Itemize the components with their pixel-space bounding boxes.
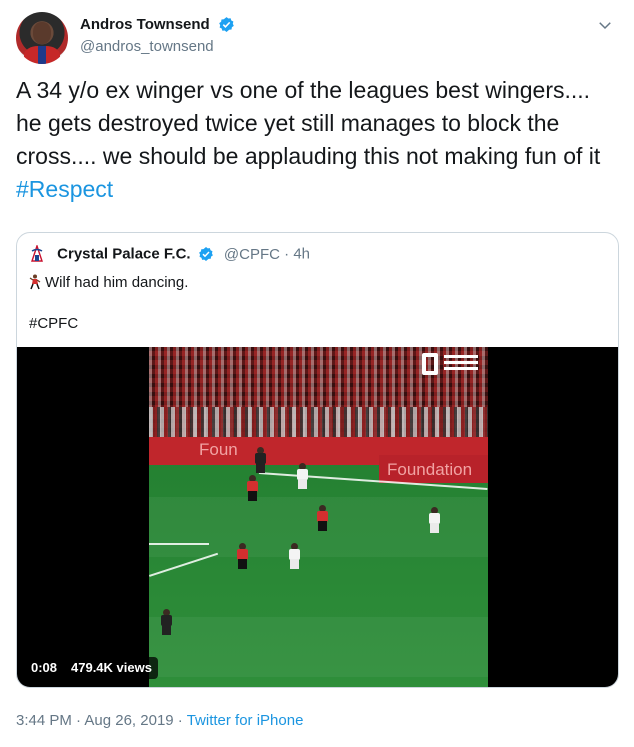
pitch-line [149, 543, 209, 545]
referee-assistant [255, 447, 266, 473]
stadium-crowd-lower [149, 407, 488, 437]
player-white [289, 543, 300, 569]
video-player[interactable]: Foun Foundation 0:08 479.4K views [17, 347, 618, 687]
player-white [297, 463, 308, 489]
quoted-separator: · [284, 245, 290, 263]
player-white [429, 507, 440, 533]
player-red [317, 505, 328, 531]
verified-icon [219, 17, 234, 33]
quoted-header: Crystal Palace F.C. @CPFC · 4h [29, 245, 310, 267]
tweet-date[interactable]: Aug 26, 2019 [84, 712, 173, 729]
crystal-palace-logo-icon [31, 245, 43, 262]
avatar-stripe [38, 46, 46, 64]
footer-separator: · [173, 712, 187, 729]
quoted-tweet[interactable]: Crystal Palace F.C. @CPFC · 4h Wilf had … [16, 232, 619, 688]
author-handle[interactable]: @andros_townsend [80, 38, 235, 55]
author-display-name[interactable]: Andros Townsend [80, 16, 210, 33]
player-red [247, 475, 258, 501]
verified-icon [198, 247, 213, 262]
video-duration: 0:08 [25, 657, 64, 679]
video-views: 479.4K views [65, 657, 158, 679]
video-frame: Foun Foundation [149, 347, 488, 687]
pitch-stripe [149, 617, 488, 677]
hoarding-text-right: Foundation [387, 460, 473, 479]
tweet-card: Andros Townsend @andros_townsend A 34 y/… [0, 0, 634, 747]
tweet-header: Andros Townsend @andros_townsend [16, 10, 618, 64]
referee [161, 609, 172, 635]
quoted-text: Wilf had him dancing. [29, 273, 188, 293]
chevron-down-icon[interactable] [596, 16, 614, 34]
quoted-body: Wilf had him dancing. [45, 274, 189, 291]
quoted-hashtag-line: #CPFC [29, 315, 79, 332]
avatar[interactable] [16, 12, 68, 64]
tweet-body: A 34 y/o ex winger vs one of the leagues… [16, 77, 601, 169]
hashtag-respect[interactable]: #Respect [16, 176, 113, 202]
avatar-face [33, 22, 51, 44]
tweet-source[interactable]: Twitter for iPhone [187, 712, 304, 729]
quoted-handle[interactable]: @CPFC [224, 246, 280, 263]
hoarding-text-left: Foun [199, 440, 238, 459]
footer-separator: · [71, 712, 85, 729]
player-red [237, 543, 248, 569]
quoted-display-name[interactable]: Crystal Palace F.C. [57, 246, 190, 263]
tweet-time[interactable]: 3:44 PM [16, 712, 72, 729]
author-block: Andros Townsend @andros_townsend [80, 16, 235, 55]
watermark-logo [422, 353, 482, 379]
dancer-emoji-icon [29, 274, 41, 290]
tweet-footer: 3:44 PM · Aug 26, 2019 · Twitter for iPh… [16, 712, 303, 729]
quoted-time[interactable]: 4h [293, 246, 310, 263]
tweet-text: A 34 y/o ex winger vs one of the leagues… [16, 74, 622, 206]
